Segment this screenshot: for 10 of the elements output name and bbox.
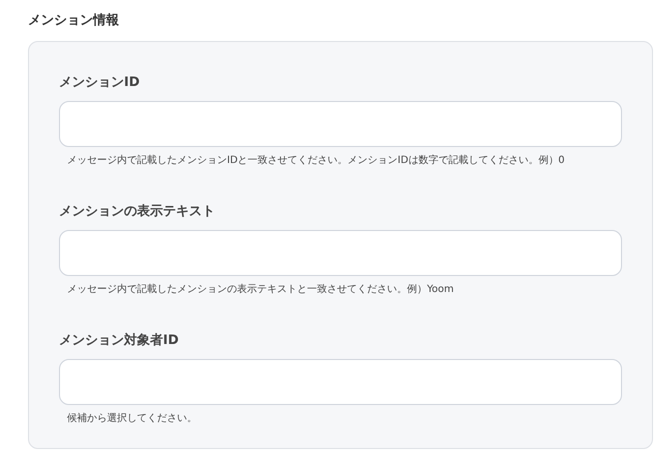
input-field[interactable]	[59, 359, 622, 405]
field-label: メンションID	[59, 74, 141, 92]
help-text: 候補から選択してください。	[67, 412, 198, 426]
input-field[interactable]	[59, 230, 622, 276]
field-label: メンション対象者ID	[59, 332, 180, 350]
help-text: メッセージ内で記載したメンションIDと一致させてください。メンションIDは数字で記載してください。例）0	[67, 154, 566, 168]
field-label: メンションの表示テキスト	[59, 203, 216, 221]
help-text: メッセージ内で記載したメンションの表示テキストと一致させてください。例）Yoom	[67, 283, 455, 297]
section-title: メンション情報	[28, 12, 120, 30]
input-field[interactable]	[59, 101, 622, 147]
